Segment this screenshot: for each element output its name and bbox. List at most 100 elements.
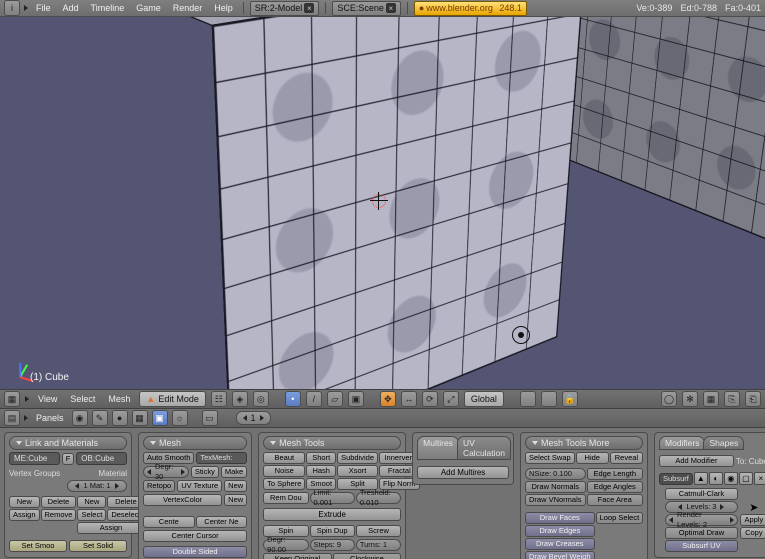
context-editing-icon[interactable]: ▣: [152, 410, 168, 426]
menu-render[interactable]: Render: [169, 2, 207, 14]
vg-new-button[interactable]: New: [9, 496, 40, 508]
decrement-icon[interactable]: [243, 415, 247, 421]
context-scene-icon[interactable]: ☼: [172, 410, 188, 426]
window-type-icon[interactable]: i: [4, 0, 20, 16]
turns-field[interactable]: Turns: 1: [356, 539, 401, 551]
tab-multires[interactable]: Multires: [417, 436, 459, 460]
keeporig-toggle[interactable]: Keep Original: [263, 553, 332, 559]
scale-manip-icon[interactable]: ⤢: [443, 391, 459, 407]
draw-type-icon[interactable]: ◈: [232, 391, 248, 407]
center-button[interactable]: Cente: [143, 516, 195, 528]
set-solid-button[interactable]: Set Solid: [69, 540, 127, 552]
window-type-icon[interactable]: ▦: [4, 391, 20, 407]
render-levels-field[interactable]: Render Levels: 2: [665, 514, 738, 526]
add-modifier-button[interactable]: Add Modifier: [659, 455, 734, 467]
modifier-name-field[interactable]: Subsurf: [659, 473, 693, 485]
clear-icon[interactable]: ×: [304, 3, 314, 13]
vg-remove-button[interactable]: Remove: [41, 509, 77, 521]
orientation-selector[interactable]: Global: [464, 391, 504, 407]
copy-button[interactable]: Copy: [740, 527, 765, 539]
frame-field[interactable]: 1: [236, 411, 271, 425]
panel-title[interactable]: Mesh Tools: [263, 436, 401, 450]
rotate-manip-icon[interactable]: ⟳: [422, 391, 438, 407]
panel-title[interactable]: Mesh Tools More: [525, 436, 643, 450]
short-button[interactable]: Short: [306, 452, 336, 464]
expand-header-icon[interactable]: [24, 5, 28, 11]
optimal-draw-toggle[interactable]: Optimal Draw: [665, 527, 738, 539]
shading-menu-icon[interactable]: ☷: [211, 391, 227, 407]
mod-view-icon[interactable]: ◉: [724, 472, 738, 485]
menu-file[interactable]: File: [32, 2, 55, 14]
mat-slot[interactable]: 1 Mat: 1: [67, 480, 127, 492]
reveal-button[interactable]: Reveal: [610, 452, 643, 464]
noise-button[interactable]: Noise: [263, 465, 305, 477]
hide-button[interactable]: Hide: [576, 452, 609, 464]
apply-button[interactable]: Apply: [740, 514, 765, 526]
pivot-menu-icon[interactable]: ◎: [253, 391, 269, 407]
vcol-new-button[interactable]: New: [224, 494, 247, 506]
double-sided-toggle[interactable]: Double Sided: [143, 546, 247, 558]
sel-face-icon[interactable]: ▱: [327, 391, 343, 407]
vg-assign-button[interactable]: Assign: [9, 509, 40, 521]
remdouble-button[interactable]: Rem Dou: [263, 492, 308, 504]
sel-vertex-icon[interactable]: •: [285, 391, 301, 407]
context-logic-icon[interactable]: ◉: [72, 410, 88, 426]
layer-btn-1[interactable]: [520, 391, 536, 407]
expand-header-icon[interactable]: [25, 396, 29, 402]
tab-modifiers[interactable]: Modifiers: [659, 436, 705, 450]
retopo-toggle[interactable]: Retopo: [143, 480, 175, 492]
subcontext-icon[interactable]: ▭: [202, 410, 218, 426]
menu-help[interactable]: Help: [210, 2, 237, 14]
menu-select[interactable]: Select: [66, 393, 99, 405]
bevelw-toggle[interactable]: Draw Bevel Weigh: [525, 551, 595, 559]
increment-icon[interactable]: [260, 415, 264, 421]
menu-game[interactable]: Game: [132, 2, 165, 14]
mat-new-button[interactable]: New: [77, 496, 106, 508]
layer-btn-2[interactable]: [541, 391, 557, 407]
context-object-icon[interactable]: ▦: [132, 410, 148, 426]
subsurf-type-menu[interactable]: Catmull-Clark: [665, 488, 738, 500]
mat-select-button[interactable]: Select: [77, 509, 106, 521]
panel-title[interactable]: Mesh: [143, 436, 247, 450]
window-type-icon[interactable]: ▤: [4, 410, 20, 426]
menu-view[interactable]: View: [34, 393, 61, 405]
drawvnormals-toggle[interactable]: Draw VNormals: [525, 494, 586, 506]
degr-field[interactable]: Degr: 30: [143, 466, 189, 478]
expand-header-icon[interactable]: [24, 415, 28, 421]
make-button[interactable]: Make: [221, 466, 247, 478]
mod-up-icon[interactable]: ▲: [694, 472, 708, 485]
mat-assign-button[interactable]: Assign: [77, 522, 144, 534]
vg-delete-button[interactable]: Delete: [41, 496, 77, 508]
panel-title[interactable]: Link and Materials: [9, 436, 127, 450]
render-preview-icon[interactable]: ▦: [703, 391, 719, 407]
uvtex-button[interactable]: UV Texture: [177, 480, 222, 492]
snap-icon[interactable]: ✻: [682, 391, 698, 407]
drawcreases-toggle[interactable]: Draw Creases: [525, 538, 595, 550]
limit-field[interactable]: Limit: 0.001: [310, 492, 355, 504]
edgelen-toggle[interactable]: Edge Length: [587, 468, 643, 480]
vcol-button[interactable]: VertexColor: [143, 494, 222, 506]
set-smooth-button[interactable]: Set Smoo: [9, 540, 67, 552]
beauty-button[interactable]: Beaut: [263, 452, 305, 464]
mode-selector[interactable]: ▲Edit Mode: [139, 391, 205, 407]
subdivide-button[interactable]: Subdivide: [337, 452, 378, 464]
spindup-button[interactable]: Spin Dup: [310, 525, 355, 537]
steps-field[interactable]: Steps: 9: [310, 539, 355, 551]
screen-selector[interactable]: SR:2-Model×: [250, 1, 320, 16]
mod-cage-icon[interactable]: ▢: [739, 472, 753, 485]
manipulator-toggle-icon[interactable]: ✥: [380, 391, 396, 407]
tosphere-button[interactable]: To Sphere: [263, 478, 305, 490]
menu-timeline[interactable]: Timeline: [87, 2, 129, 14]
menu-mesh[interactable]: Mesh: [104, 393, 134, 405]
clockwise-toggle[interactable]: Clockwise: [333, 553, 402, 559]
tab-uvcalc[interactable]: UV Calculation: [457, 436, 511, 460]
paste-icon[interactable]: ⎗: [745, 391, 761, 407]
prop-edit-icon[interactable]: ◯: [661, 391, 677, 407]
menu-add[interactable]: Add: [59, 2, 83, 14]
degr-field[interactable]: Degr: 90.00: [263, 539, 308, 551]
context-shading-icon[interactable]: ●: [112, 410, 128, 426]
hash-button[interactable]: Hash: [306, 465, 336, 477]
center-cursor-button[interactable]: Center Cursor: [143, 530, 247, 542]
sticky-button[interactable]: Sticky: [191, 466, 219, 478]
translate-manip-icon[interactable]: ↔: [401, 391, 417, 407]
